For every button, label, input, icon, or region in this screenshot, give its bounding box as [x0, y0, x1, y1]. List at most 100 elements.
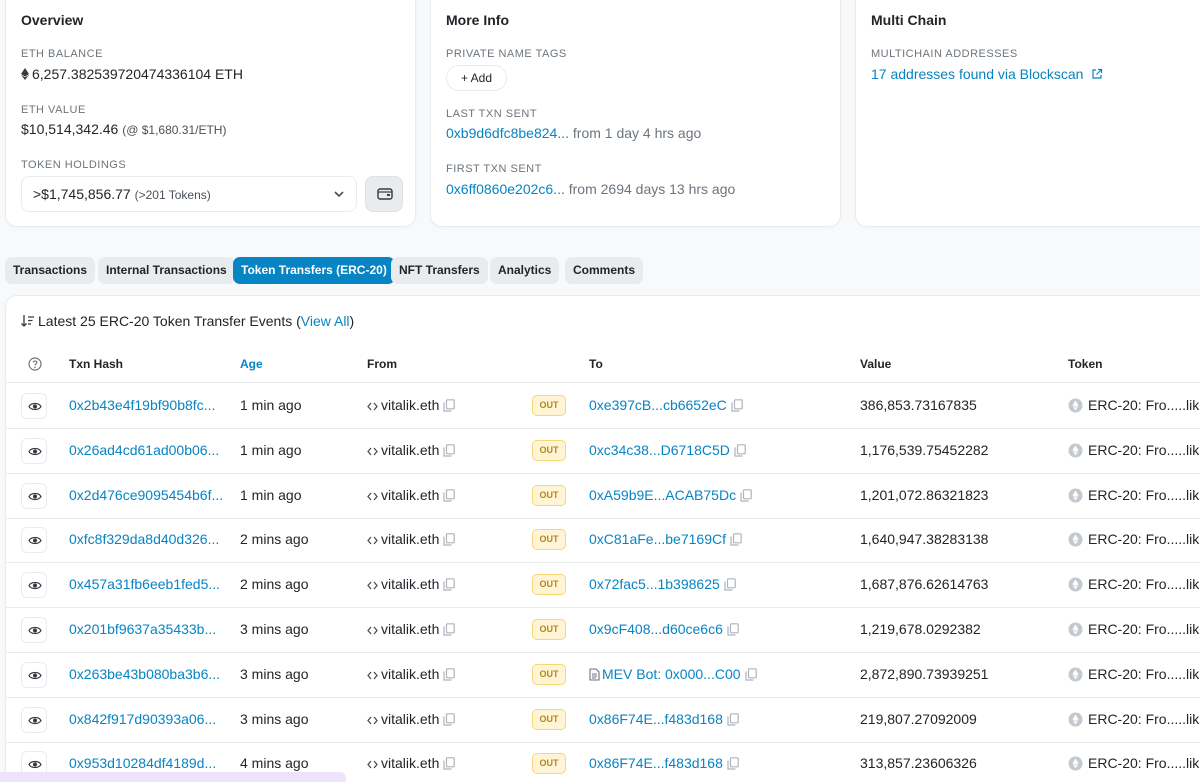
eye-icon — [28, 537, 42, 545]
to-address: 0x72fac5...1b398625 — [589, 576, 736, 592]
copy-icon[interactable] — [730, 533, 742, 546]
copy-icon[interactable] — [727, 757, 739, 770]
txn-hash-link[interactable]: 0x457a31fb6eeb1fed5... — [69, 576, 220, 592]
txn-hash-link[interactable]: 0xfc8f329da8d40d326... — [69, 531, 219, 547]
txn-hash-link[interactable]: 0x2b43e4f19bf90b8fc... — [69, 397, 215, 413]
copy-icon[interactable] — [727, 623, 739, 636]
to-address-link[interactable]: MEV Bot: 0x000...C00 — [602, 666, 741, 682]
from-address-link[interactable]: vitalik.eth — [381, 666, 439, 682]
wallet-button[interactable] — [365, 176, 403, 212]
copy-icon[interactable] — [443, 623, 456, 636]
tab-token-transfers[interactable]: Token Transfers (ERC-20) — [233, 257, 395, 284]
from-address-link[interactable]: vitalik.eth — [381, 397, 439, 413]
copy-icon[interactable] — [727, 712, 739, 726]
token-name-link[interactable]: ERC-20: Fro.....lik — [1088, 755, 1199, 771]
token-name-link[interactable]: ERC-20: Fro.....lik — [1088, 487, 1199, 503]
from-address-link[interactable]: vitalik.eth — [381, 621, 439, 637]
to-address-link[interactable]: 0xe397cB...cb6652eC — [589, 397, 727, 413]
from-address-link[interactable]: vitalik.eth — [381, 531, 439, 547]
code-icon — [367, 492, 378, 501]
to-address-link[interactable]: 0x72fac5...1b398625 — [589, 576, 720, 592]
last-txn-hash-link[interactable]: 0xb9d6dfc8be824... — [446, 125, 569, 141]
copy-icon[interactable] — [443, 399, 456, 412]
copy-icon[interactable] — [443, 712, 456, 726]
copy-icon[interactable] — [740, 488, 752, 502]
tab-comments[interactable]: Comments — [565, 257, 644, 284]
copy-icon[interactable] — [731, 399, 743, 412]
token-name: ERC-20: Fro.....lik — [1068, 576, 1199, 592]
external-link-icon[interactable] — [1091, 68, 1103, 80]
token-name-link[interactable]: ERC-20: Fro.....lik — [1088, 531, 1199, 547]
to-address: 0xe397cB...cb6652eC — [589, 397, 743, 413]
txn-hash-link[interactable]: 0x842f917d90393a06... — [69, 711, 216, 727]
token-name-link[interactable]: ERC-20: Fro.....lik — [1088, 442, 1199, 458]
txn-age: 2 mins ago — [240, 576, 309, 593]
table-row: 0x26ad4cd61ad00b06... 1 min ago vitalik.et… — [6, 429, 1200, 474]
view-all-link[interactable]: View All — [301, 313, 350, 329]
bottom-overlay-strip — [0, 772, 346, 782]
copy-icon[interactable] — [734, 443, 746, 457]
to-address: 0x86F74E...f483d168 — [589, 711, 739, 727]
copy-icon[interactable] — [443, 443, 456, 457]
direction-badge: OUT — [532, 708, 566, 730]
first-txn-hash-link[interactable]: 0x6ff0860e202c6... — [446, 181, 565, 197]
preview-button[interactable] — [21, 661, 47, 688]
add-tag-button[interactable]: + Add — [446, 65, 508, 91]
copy-icon[interactable] — [443, 533, 456, 546]
copy-icon[interactable] — [724, 578, 736, 591]
copy-icon[interactable] — [443, 667, 456, 681]
transfer-value: 313,857.23606326 — [860, 755, 977, 772]
txn-hash-link[interactable]: 0x26ad4cd61ad00b06... — [69, 442, 219, 458]
tab-transactions[interactable]: Transactions — [5, 257, 96, 284]
preview-button[interactable] — [21, 482, 47, 509]
preview-button[interactable] — [21, 437, 47, 464]
blockscan-link[interactable]: 17 addresses found via Blockscan — [871, 66, 1083, 82]
copy-icon[interactable] — [443, 488, 456, 502]
to-address-link[interactable]: 0x9cF408...d60ce6c6 — [589, 621, 723, 637]
token-logo-icon — [1068, 488, 1083, 503]
from-address-link[interactable]: vitalik.eth — [381, 487, 439, 503]
header-age[interactable]: Age — [240, 357, 263, 371]
txn-hash-link[interactable]: 0x201bf9637a35433b... — [69, 621, 216, 637]
last-txn: 0xb9d6dfc8be824... from 1 day 4 hrs ago — [446, 125, 701, 141]
tab-analytics[interactable]: Analytics — [490, 257, 560, 284]
token-name-link[interactable]: ERC-20: Fro.....lik — [1088, 666, 1199, 682]
copy-icon[interactable] — [744, 667, 757, 681]
tab-internal-transactions[interactable]: Internal Transactions — [98, 257, 235, 284]
token-name-link[interactable]: ERC-20: Fro.....lik — [1088, 621, 1199, 637]
from-address: vitalik.eth — [367, 487, 456, 503]
txn-hash-link[interactable]: 0x263be43b080ba3b6... — [69, 666, 220, 682]
copy-icon[interactable] — [443, 578, 456, 591]
preview-button[interactable] — [21, 572, 47, 599]
to-address-link[interactable]: 0xc34c38...D6718C5D — [589, 442, 730, 458]
to-address-link[interactable]: 0x86F74E...f483d168 — [589, 755, 723, 771]
to-address-link[interactable]: 0x86F74E...f483d168 — [589, 711, 723, 727]
first-txn-time: from 2694 days 13 hrs ago — [568, 181, 736, 197]
eth-diamond-icon — [21, 68, 29, 80]
code-icon — [367, 716, 378, 725]
to-address: 0xA59b9E...ACAB75Dc — [589, 487, 752, 503]
token-name-link[interactable]: ERC-20: Fro.....lik — [1088, 397, 1199, 413]
token-name-link[interactable]: ERC-20: Fro.....lik — [1088, 576, 1199, 592]
from-address-link[interactable]: vitalik.eth — [381, 755, 439, 771]
copy-icon[interactable] — [443, 757, 456, 770]
txn-age: 1 min ago — [240, 486, 302, 503]
help-icon[interactable] — [28, 357, 42, 371]
from-address-link[interactable]: vitalik.eth — [381, 576, 439, 592]
preview-button[interactable] — [21, 617, 47, 643]
preview-button[interactable] — [21, 527, 47, 554]
token-holdings-dropdown[interactable]: >$1,745,856.77 (>201 Tokens) — [21, 176, 357, 212]
preview-button[interactable] — [21, 393, 47, 419]
eth-price: (@ $1,680.31/ETH) — [122, 123, 227, 137]
tab-nft-transfers[interactable]: NFT Transfers — [391, 257, 488, 284]
preview-button[interactable] — [21, 706, 47, 733]
from-address-link[interactable]: vitalik.eth — [381, 442, 439, 458]
txn-hash-link[interactable]: 0x953d10284df4189d... — [69, 755, 216, 771]
to-address-link[interactable]: 0xC81aFe...be7169Cf — [589, 531, 726, 547]
token-name-link[interactable]: ERC-20: Fro.....lik — [1088, 711, 1199, 727]
token-logo-icon — [1068, 667, 1083, 682]
from-address-link[interactable]: vitalik.eth — [381, 711, 439, 727]
txn-age: 2 mins ago — [240, 531, 309, 548]
to-address-link[interactable]: 0xA59b9E...ACAB75Dc — [589, 487, 736, 503]
txn-hash-link[interactable]: 0x2d476ce9095454b6f... — [69, 487, 223, 503]
